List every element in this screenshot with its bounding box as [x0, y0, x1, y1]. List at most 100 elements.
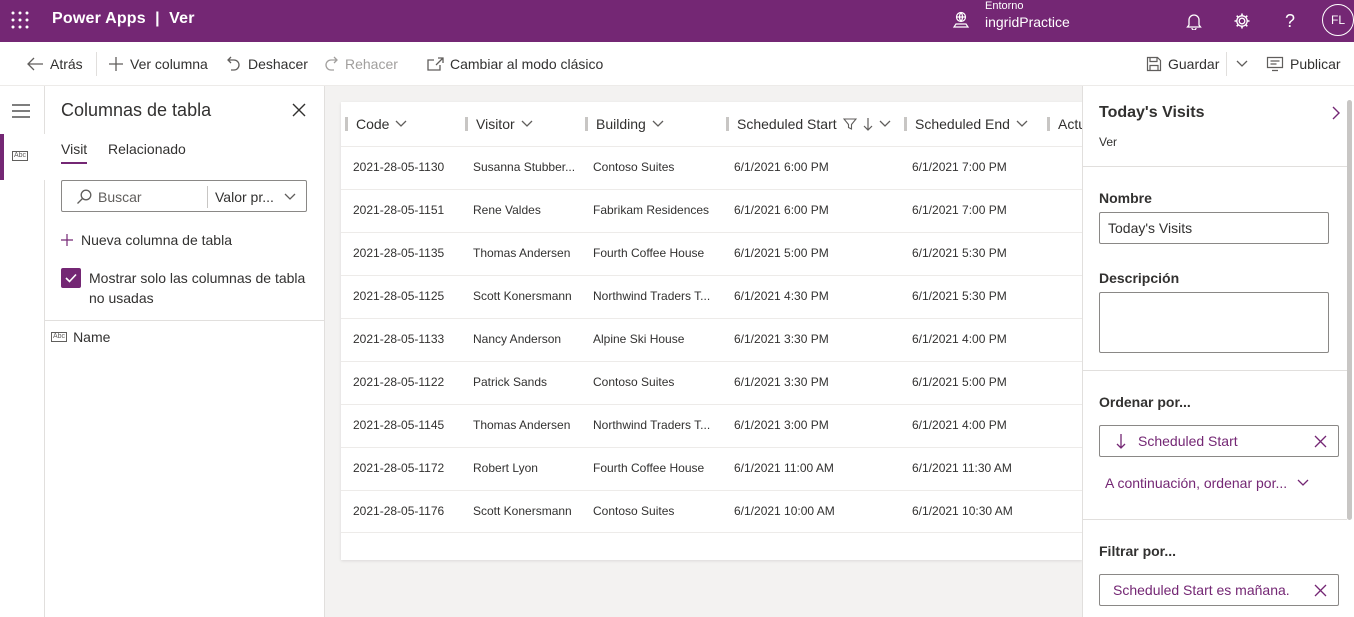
publish-button[interactable]: Publicar [1266, 42, 1341, 86]
cell-code: 2021-28-05-1130 [353, 160, 445, 174]
cell-scheduled-start: 6/1/2021 3:00 PM [734, 418, 829, 432]
search-divider [207, 186, 208, 208]
field-label: Name [73, 329, 111, 345]
sort-down-icon [1116, 434, 1126, 449]
resize-grip[interactable] [904, 117, 907, 131]
chevron-right-icon[interactable] [1331, 106, 1341, 120]
field-item-name[interactable]: Abc Name [51, 329, 110, 345]
cell-scheduled-end: 6/1/2021 5:30 PM [912, 289, 1007, 303]
search-input[interactable]: Buscar Valor pr... [61, 180, 307, 212]
bell-icon[interactable] [1183, 10, 1205, 32]
app-header: Power Apps | Ver Entorno ingridPractice … [0, 0, 1354, 42]
header-label: Building [596, 116, 646, 132]
waffle-icon[interactable] [11, 11, 29, 29]
panel-divider [1083, 370, 1347, 371]
plus-icon [109, 57, 123, 71]
save-button[interactable]: Guardar [1146, 42, 1219, 86]
app-title[interactable]: Power Apps | Ver [52, 10, 195, 28]
sort-pill[interactable]: Scheduled Start [1099, 425, 1339, 457]
column-header-code[interactable]: Code [345, 102, 407, 146]
table-row[interactable]: 2021-28-05-1122 Patrick Sands Contoso Su… [341, 361, 1082, 404]
table-row[interactable]: 2021-28-05-1172 Robert Lyon Fourth Coffe… [341, 447, 1082, 490]
table-row[interactable]: 2021-28-05-1145 Thomas Andersen Northwin… [341, 404, 1082, 447]
tab-related[interactable]: Relacionado [108, 141, 186, 157]
close-icon[interactable] [1314, 435, 1327, 448]
resize-grip[interactable] [1047, 117, 1050, 131]
table-columns-panel: Columnas de tabla Visit Relacionado Busc… [45, 86, 325, 617]
gear-icon[interactable] [1231, 10, 1253, 32]
resize-grip[interactable] [585, 117, 588, 131]
close-icon[interactable] [291, 102, 307, 118]
name-field[interactable]: Today's Visits [1099, 212, 1329, 244]
back-arrow-icon [27, 57, 43, 71]
cell-scheduled-start: 6/1/2021 6:00 PM [734, 160, 829, 174]
table-row[interactable]: 2021-28-05-1176 Scott Konersmann Contoso… [341, 490, 1082, 533]
cell-building: Fabrikam Residences [593, 203, 710, 217]
environment-name[interactable]: ingridPractice [985, 14, 1070, 30]
new-column-button[interactable]: Nueva columna de tabla [61, 232, 232, 248]
tab-visit[interactable]: Visit [61, 141, 88, 164]
chevron-down-icon [1236, 60, 1247, 67]
undo-icon [227, 56, 240, 71]
cell-scheduled-end: 6/1/2021 11:30 AM [912, 461, 1012, 475]
cell-code: 2021-28-05-1151 [353, 203, 445, 217]
help-icon[interactable]: ? [1279, 10, 1301, 32]
view-title: Today's Visits [1099, 104, 1205, 121]
save-options-dropdown[interactable] [1226, 52, 1256, 76]
table-row[interactable]: 2021-28-05-1130 Susanna Stubber... Conto… [341, 146, 1082, 189]
undo-label: Deshacer [248, 56, 308, 72]
cell-code: 2021-28-05-1122 [353, 375, 445, 389]
redo-button[interactable]: Rehacer [323, 42, 398, 86]
header-label: Scheduled End [915, 116, 1010, 132]
environment-icon [952, 11, 970, 28]
resize-grip[interactable] [726, 117, 729, 131]
show-unused-checkbox[interactable] [61, 268, 81, 288]
then-sort-button[interactable]: A continuación, ordenar por... [1105, 475, 1309, 491]
header-label: Visitor [476, 116, 515, 132]
table-row[interactable]: 2021-28-05-1135 Thomas Andersen Fourth C… [341, 232, 1082, 275]
chevron-down-icon [1016, 120, 1028, 127]
resize-grip[interactable] [465, 117, 468, 131]
cell-code: 2021-28-05-1145 [353, 418, 445, 432]
column-header-visitor[interactable]: Visitor [465, 102, 533, 146]
filter-icon [842, 118, 857, 130]
filter-pill[interactable]: Scheduled Start es mañana. [1099, 574, 1339, 606]
cell-building: Fourth Coffee House [593, 461, 705, 475]
column-header-actual[interactable]: Actu [1047, 102, 1082, 146]
column-header-scheduled-end[interactable]: Scheduled End [904, 102, 1028, 146]
switch-classic-button[interactable]: Cambiar al modo clásico [426, 42, 603, 86]
table-row[interactable]: 2021-28-05-1151 Rene Valdes Fabrikam Res… [341, 189, 1082, 232]
cell-scheduled-end: 6/1/2021 10:30 AM [912, 504, 1013, 518]
table-row[interactable]: 2021-28-05-1125 Scott Konersmann Northwi… [341, 275, 1082, 318]
cell-visitor: Rene Valdes [473, 203, 541, 217]
hamburger-icon[interactable] [12, 104, 30, 118]
close-icon[interactable] [1314, 584, 1327, 597]
search-filter-select[interactable]: Valor pr... [215, 189, 274, 205]
column-header-scheduled-start[interactable]: Scheduled Start [726, 102, 891, 146]
cell-code: 2021-28-05-1125 [353, 289, 445, 303]
undo-button[interactable]: Deshacer [226, 42, 308, 86]
environment-label: Entorno [985, 0, 1024, 12]
back-button[interactable]: Atrás [26, 42, 83, 86]
properties-scrollbar[interactable] [1347, 100, 1352, 520]
rail-item-columns[interactable]: Abc [0, 134, 45, 180]
publish-label: Publicar [1290, 56, 1341, 72]
text-field-icon: Abc [51, 332, 68, 342]
resize-grip[interactable] [345, 117, 348, 131]
description-field[interactable] [1099, 292, 1329, 353]
table-row[interactable]: 2021-28-05-1133 Nancy Anderson Alpine Sk… [341, 318, 1082, 361]
filter-label: Filtrar por... [1099, 543, 1177, 559]
switch-classic-label: Cambiar al modo clásico [450, 56, 604, 72]
cell-scheduled-end: 6/1/2021 4:00 PM [912, 332, 1007, 346]
name-label: Nombre [1099, 190, 1152, 206]
cell-visitor: Susanna Stubber... [473, 160, 576, 174]
cell-building: Contoso Suites [593, 504, 675, 518]
command-bar: Atrás Ver columna Deshacer Rehacer Cambi… [0, 42, 1354, 86]
add-column-button[interactable]: Ver columna [108, 42, 208, 86]
avatar[interactable]: FL [1322, 4, 1354, 36]
show-unused-label: Mostrar solo las columnas de tabla no us… [89, 270, 306, 306]
cell-scheduled-end: 6/1/2021 4:00 PM [912, 418, 1007, 432]
column-header-building[interactable]: Building [585, 102, 664, 146]
view-grid: Code Visitor Building Scheduled Start Sc… [341, 102, 1082, 560]
save-label: Guardar [1168, 56, 1220, 72]
